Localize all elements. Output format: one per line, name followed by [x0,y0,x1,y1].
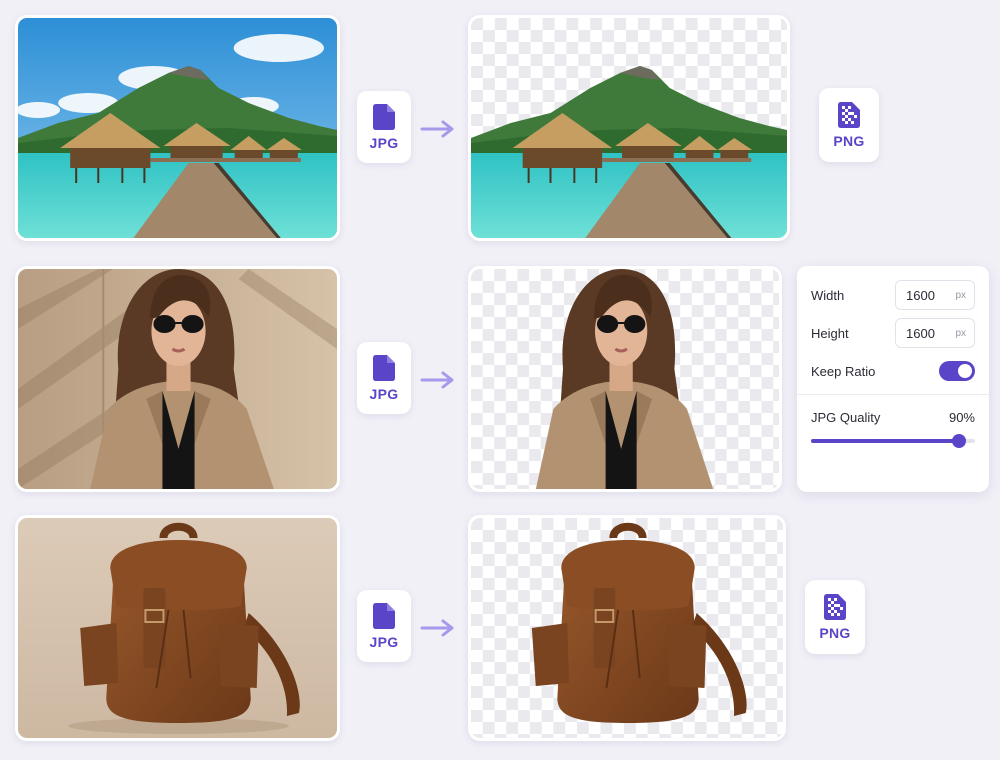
quality-slider-thumb[interactable] [951,434,966,448]
original-image-card-beach[interactable] [15,15,340,241]
input-format-label: JPG [369,633,399,650]
keep-ratio-toggle[interactable] [939,361,975,381]
woman-portrait-photo [18,269,337,489]
woman-cutout-transparent [471,269,779,489]
jpg-file-icon [373,602,395,629]
output-format-label: PNG [833,132,865,149]
png-file-icon [838,101,860,128]
toggle-knob [958,364,972,378]
quality-label: JPG Quality [811,409,881,425]
width-unit: px [955,289,966,301]
height-unit: px [955,327,966,339]
input-format-label: JPG [369,134,399,151]
result-image-card-portrait[interactable] [468,266,782,492]
width-row: Width 1600 px [811,280,975,310]
arrow-right-icon [420,371,454,389]
keep-ratio-row: Keep Ratio [811,356,975,386]
input-format-badge: JPG [357,342,411,414]
original-image-card-portrait[interactable] [15,266,340,492]
export-settings-panel: Width 1600 px Height 1600 px Keep Ratio … [797,266,989,492]
jpg-file-icon [373,103,395,130]
panel-divider [797,394,989,395]
height-label: Height [811,325,849,341]
beach-cutout-transparent [471,18,787,238]
quality-row: JPG Quality 90% [811,407,975,427]
height-input[interactable]: 1600 px [895,318,975,348]
arrow-right-icon [420,120,454,138]
width-value: 1600 [906,287,935,303]
height-row: Height 1600 px [811,318,975,348]
width-label: Width [811,287,845,303]
keep-ratio-label: Keep Ratio [811,363,876,379]
quality-value: 90% [948,409,975,425]
quality-slider[interactable] [811,434,975,448]
original-image-card-backpack[interactable] [15,515,340,741]
backpack-cutout-transparent [471,518,783,738]
output-format-badge: PNG [819,88,879,162]
arrow-right-icon [420,619,454,637]
output-format-label: PNG [819,624,851,641]
beach-bungalows-photo [18,18,337,238]
input-format-badge: JPG [357,590,411,662]
height-value: 1600 [906,325,935,341]
result-image-card-beach[interactable] [468,15,790,241]
leather-backpack-photo [18,518,337,738]
result-image-card-backpack[interactable] [468,515,786,741]
width-input[interactable]: 1600 px [895,280,975,310]
quality-slider-fill [811,439,959,443]
input-format-badge: JPG [357,91,411,163]
input-format-label: JPG [369,385,399,402]
output-format-badge: PNG [805,580,865,654]
jpg-file-icon [373,354,395,381]
png-file-icon [824,593,846,620]
